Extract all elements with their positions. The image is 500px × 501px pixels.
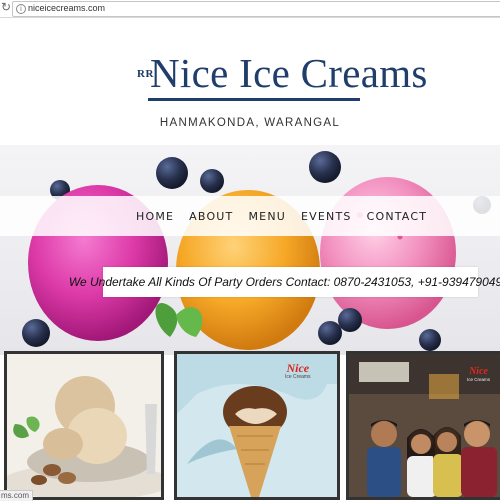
card-logo-title: Nice: [469, 366, 488, 377]
almond: [43, 464, 61, 476]
card-logo: Nice Ice Creams: [467, 366, 491, 384]
blueberry: [200, 169, 224, 193]
card-logo: Nice Ice Creams: [285, 361, 311, 382]
mint-leaf: [155, 302, 178, 337]
card-ice-cream-bowl[interactable]: [4, 351, 164, 500]
almond: [58, 472, 76, 484]
blueberry: [309, 151, 341, 183]
address-field[interactable]: i niceicecreams.com: [12, 1, 500, 17]
party-orders-banner: We Undertake All Kinds Of Party Orders C…: [69, 267, 500, 297]
nav-about[interactable]: ABOUT: [189, 210, 233, 223]
card-ice-cream-cone[interactable]: Nice Ice Creams: [174, 351, 340, 500]
title-underline: [148, 98, 360, 101]
browser-address-bar: ↻ i niceicecreams.com: [0, 0, 500, 18]
main-navigation: HOME ABOUT MENU EVENTS CONTACT: [0, 196, 500, 236]
reload-icon[interactable]: ↻: [1, 0, 11, 15]
blueberry: [22, 319, 50, 347]
mint-leaf: [176, 307, 203, 337]
blueberry: [419, 329, 441, 351]
ice-cream-cone-image: [177, 354, 337, 497]
spoon: [145, 404, 157, 474]
nav-home[interactable]: HOME: [136, 210, 174, 223]
site-title[interactable]: Nice Ice Creams: [150, 49, 428, 97]
status-bar-url: ms.com: [0, 490, 33, 501]
card-logo-subtitle: Ice Creams: [285, 374, 311, 380]
nav-contact[interactable]: CONTACT: [367, 210, 428, 223]
ice-cream-scoops-illustration: [22, 151, 491, 351]
hero-ice-cream-image: [0, 145, 500, 355]
address-url[interactable]: niceicecreams.com: [28, 2, 105, 15]
banner-text: We Undertake All Kinds Of Party Orders C…: [68, 275, 500, 289]
nav-menu[interactable]: MENU: [248, 210, 286, 223]
info-icon[interactable]: i: [16, 4, 26, 14]
blueberry: [338, 308, 362, 332]
ice-cream-bowl-image: [7, 354, 161, 497]
card-logo-subtitle: Ice Creams: [467, 377, 491, 382]
blueberry: [318, 321, 342, 345]
almond: [31, 475, 47, 485]
card-logo-title: Nice: [286, 361, 310, 375]
nav-events[interactable]: EVENTS: [301, 210, 352, 223]
card-group-photo[interactable]: Nice Ice Creams: [346, 351, 500, 500]
blueberry: [156, 157, 188, 189]
site-location: HANMAKONDA, WARANGAL: [159, 117, 341, 129]
